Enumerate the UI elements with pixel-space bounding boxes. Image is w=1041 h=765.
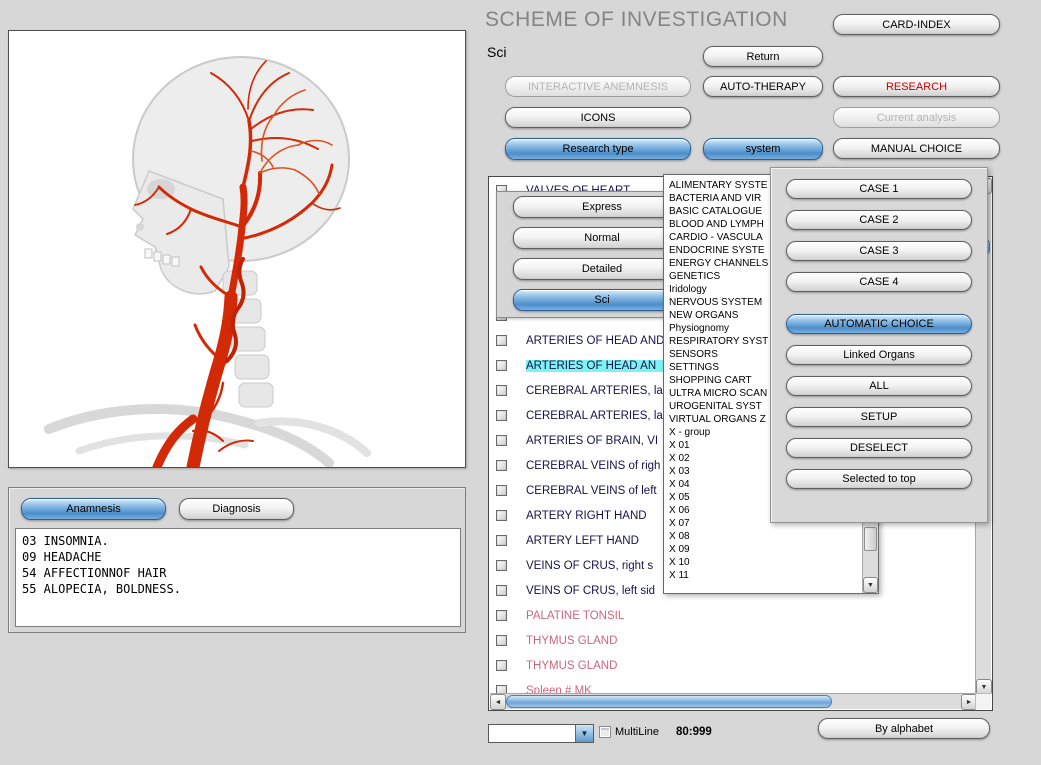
anamnesis-entries[interactable]: 03 INSOMNIA. 09 HEADACHE 54 AFFECTIONNOF…	[15, 528, 461, 627]
organ-label: CEREBRAL ARTERIES, la	[526, 410, 663, 422]
combo-dropdown-icon[interactable]: ▼	[575, 725, 593, 742]
organ-checkbox[interactable]	[496, 410, 507, 421]
by-alphabet-button[interactable]: By alphabet	[818, 718, 990, 739]
research-type-button[interactable]: Research type	[505, 138, 691, 160]
case-buttons: CASE 1 CASE 2 CASE 3 CASE 4	[786, 179, 972, 292]
research-button[interactable]: RESEARCH	[833, 76, 1000, 97]
anatomy-image-panel	[8, 30, 466, 468]
organ-label: THYMUS GLAND	[526, 660, 617, 672]
selection-action-button[interactable]: SETUP	[786, 407, 972, 427]
organ-label: VEINS OF CRUS, left sid	[526, 585, 655, 597]
case-button[interactable]: CASE 4	[786, 272, 972, 292]
organ-label: ARTERIES OF BRAIN, VI	[526, 435, 658, 447]
organ-label: THYMUS GLAND	[526, 635, 617, 647]
dropdown-scroll-thumb[interactable]	[864, 527, 877, 551]
organ-checkbox[interactable]	[496, 485, 507, 496]
interactive-anamnesis-button: INTERACTIVE ANEMNESIS	[505, 76, 691, 97]
current-analysis-button: Current analysis	[833, 107, 1000, 128]
selection-action-button[interactable]: DESELECT	[786, 438, 972, 458]
organ-label: PALATINE TONSIL	[526, 610, 624, 622]
system-dropdown-item[interactable]: X 09	[667, 543, 860, 556]
organ-checkbox[interactable]	[496, 435, 507, 446]
organ-label: CEREBRAL VEINS of righ	[526, 460, 660, 472]
system-button[interactable]: system	[703, 138, 823, 160]
selection-action-buttons: AUTOMATIC CHOICE Linked Organs ALL SETUP…	[786, 314, 972, 489]
page-title: SCHEME OF INVESTIGATION	[485, 8, 788, 32]
horizontal-scroll-thumb[interactable]	[506, 695, 832, 708]
scrollbar-corner	[975, 693, 991, 709]
organ-checkbox[interactable]	[496, 560, 507, 571]
system-dropdown-item[interactable]: X 10	[667, 556, 860, 569]
organ-checkbox[interactable]	[496, 610, 507, 621]
dropdown-scroll-down-icon[interactable]: ▼	[863, 577, 878, 593]
tab-diagnosis[interactable]: Diagnosis	[179, 498, 294, 520]
organ-label: ARTERY LEFT HAND	[526, 535, 639, 547]
case-selection-panel: CASE 1 CASE 2 CASE 3 CASE 4 AUTOMATIC CH…	[770, 167, 988, 523]
multiline-icon	[599, 726, 611, 738]
anamnesis-tabs: Anamnesis Diagnosis	[21, 498, 294, 520]
organ-checkbox[interactable]	[496, 460, 507, 471]
organ-label: ARTERIES OF HEAD AN	[526, 360, 668, 372]
organ-checkbox[interactable]	[496, 385, 507, 396]
anamnesis-entry: 03 INSOMNIA.	[22, 533, 454, 549]
manual-choice-button[interactable]: MANUAL CHOICE	[833, 138, 1000, 159]
organ-row[interactable]: THYMUS GLAND	[490, 628, 975, 653]
organ-checkbox[interactable]	[496, 335, 507, 346]
anamnesis-entry: 55 ALOPECIA, BOLDNESS.	[22, 581, 454, 597]
selection-action-button[interactable]: Selected to top	[786, 469, 972, 489]
list-range-counter: 80:999	[676, 726, 712, 738]
organ-label: ARTERIES OF HEAD AND	[526, 335, 664, 347]
selection-action-button[interactable]: Linked Organs	[786, 345, 972, 365]
list-filter-combo[interactable]: ▼	[488, 724, 594, 743]
organ-checkbox[interactable]	[496, 635, 507, 646]
system-dropdown-item[interactable]: X 11	[667, 569, 860, 582]
organ-checkbox[interactable]	[496, 535, 507, 546]
anamnesis-entry: 54 AFFECTIONNOF HAIR	[22, 565, 454, 581]
organ-label: CEREBRAL VEINS of left	[526, 485, 657, 497]
organ-row[interactable]: THYMUS GLAND	[490, 653, 975, 678]
organ-checkbox[interactable]	[496, 510, 507, 521]
scroll-left-icon[interactable]: ◄	[490, 694, 506, 710]
selection-action-button[interactable]: AUTOMATIC CHOICE	[786, 314, 972, 334]
organ-label: VEINS OF CRUS, right s	[526, 560, 653, 572]
multiline-toggle[interactable]: MultiLine	[599, 726, 659, 738]
system-dropdown-item[interactable]: X 08	[667, 530, 860, 543]
organ-row[interactable]: Spleen # MK	[490, 678, 975, 694]
mode-label: Sci	[487, 44, 506, 60]
organ-row[interactable]: PALATINE TONSIL	[490, 603, 975, 628]
scheme-of-investigation-window: SCHEME OF INVESTIGATION Sci CARD-INDEX R…	[0, 0, 1041, 765]
case-button[interactable]: CASE 1	[786, 179, 972, 199]
organ-label: ARTERY RIGHT HAND	[526, 510, 647, 522]
tab-anamnesis[interactable]: Anamnesis	[21, 498, 166, 520]
organ-checkbox[interactable]	[496, 585, 507, 596]
return-button[interactable]: Return	[703, 46, 823, 67]
anatomy-illustration	[9, 31, 465, 467]
multiline-label: MultiLine	[615, 726, 659, 738]
icons-button[interactable]: ICONS	[505, 107, 691, 128]
case-button[interactable]: CASE 2	[786, 210, 972, 230]
horizontal-scrollbar[interactable]: ◄ ►	[490, 693, 977, 709]
organ-label: CEREBRAL ARTERIES, la	[526, 385, 663, 397]
organ-checkbox[interactable]	[496, 360, 507, 371]
anamnesis-entry: 09 HEADACHE	[22, 549, 454, 565]
case-button[interactable]: CASE 3	[786, 241, 972, 261]
anamnesis-panel: Anamnesis Diagnosis 03 INSOMNIA. 09 HEAD…	[8, 487, 466, 633]
selection-action-button[interactable]: ALL	[786, 376, 972, 396]
auto-therapy-button[interactable]: AUTO-THERAPY	[703, 76, 823, 97]
combo-value[interactable]	[489, 725, 575, 742]
card-index-button[interactable]: CARD-INDEX	[833, 14, 1000, 35]
organ-checkbox[interactable]	[496, 660, 507, 671]
